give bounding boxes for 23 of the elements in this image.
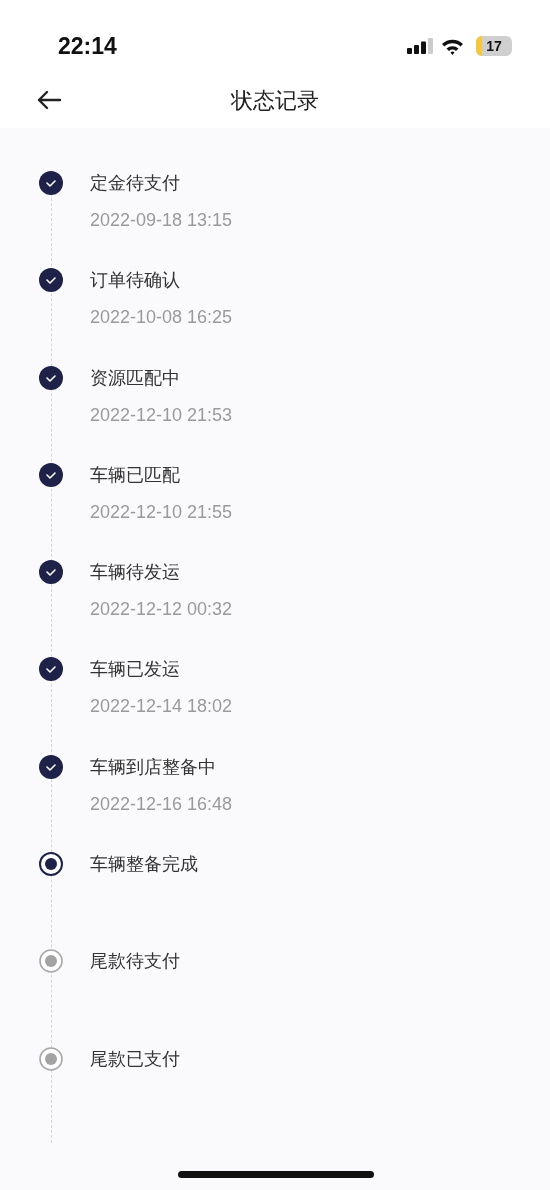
step-time: 2022-12-10 21:53 [90, 403, 233, 427]
step-title: 尾款待支付 [90, 949, 180, 974]
wifi-icon [441, 37, 464, 55]
step-title: 定金待支付 [90, 171, 181, 195]
step-time: 2022-10-08 16:25 [90, 306, 233, 330]
step-title: 车辆已发运 [90, 657, 181, 682]
step-title: 尾款已支付 [90, 1046, 180, 1071]
back-button[interactable] [36, 90, 62, 110]
step-title: 订单待确认 [90, 268, 181, 293]
page-title: 状态记录 [231, 86, 319, 115]
step-title: 资源匹配中 [90, 365, 181, 390]
step-time: 2022-12-16 16:48 [90, 792, 233, 816]
step-title: 车辆到店整备中 [90, 754, 217, 779]
signal-icon [407, 38, 433, 54]
battery-indicator: 17 [476, 36, 512, 56]
step-time: 2022-12-14 18:02 [90, 695, 233, 719]
step-title: 车辆已匹配 [90, 462, 181, 487]
step-time: 2022-12-10 21:55 [90, 500, 233, 524]
step-title: 车辆整备完成 [90, 852, 198, 877]
step-time: 2022-12-12 00:32 [90, 598, 233, 622]
step-time: 2022-09-18 13:15 [90, 209, 233, 232]
step-title: 车辆待发运 [90, 560, 181, 585]
status-time: 22:14 [58, 31, 117, 61]
